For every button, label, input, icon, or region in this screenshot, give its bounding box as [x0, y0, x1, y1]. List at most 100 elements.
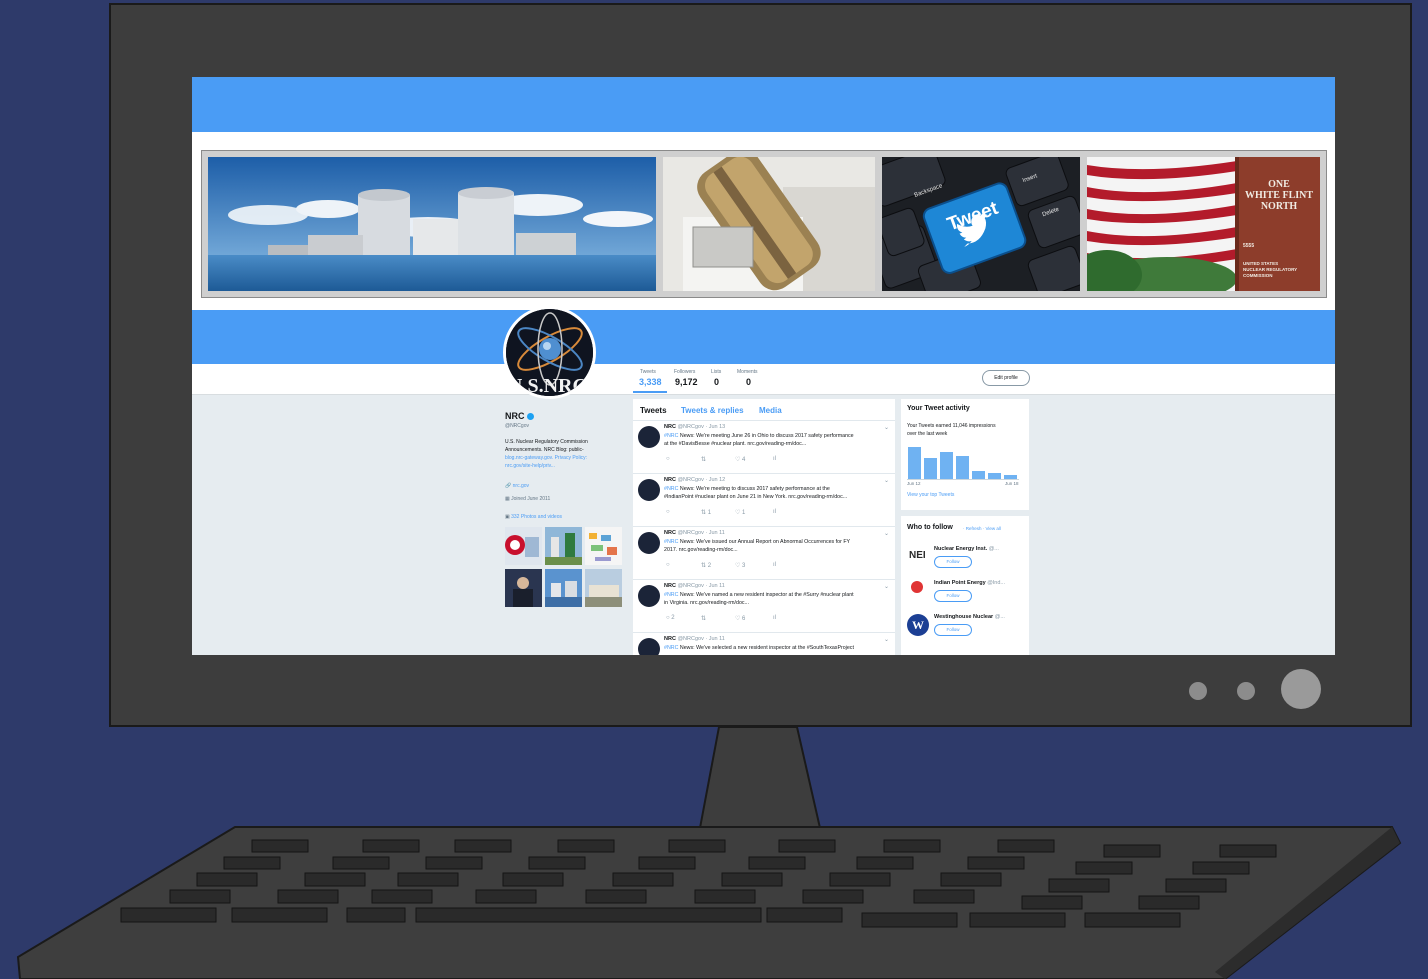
tweet-avatar[interactable] [638, 638, 660, 655]
tweet-text: #NRC News: We're meeting to discuss 2017… [664, 485, 889, 501]
activity-line-2: over the last week [907, 431, 948, 437]
tweet-author[interactable]: NRC @NRCgov · Jun 13 [664, 424, 725, 430]
tweet-author[interactable]: NRC @NRCgov · Jun 11 [664, 636, 725, 642]
tweet-avatar[interactable] [638, 426, 660, 448]
follow-suggestion[interactable]: NEI Nuclear Energy Inst. @... Follow [901, 540, 1029, 574]
chevron-down-icon[interactable]: ⌄ [884, 424, 889, 431]
stat-value-tweets[interactable]: 3,338 [639, 377, 662, 387]
media-thumbnail[interactable] [505, 527, 542, 565]
suggestion-handle: @Ind... [987, 580, 1006, 586]
tab-tweets[interactable]: Tweets [640, 406, 667, 415]
profile-location-text: nrc.gov [512, 483, 530, 489]
tweet-hashtag[interactable]: #NRC [664, 592, 678, 598]
analytics-icon[interactable]: ıl [773, 562, 776, 568]
tweet-activity-title[interactable]: Your Tweet activity [907, 405, 970, 412]
tab-tweets-replies[interactable]: Tweets & replies [681, 406, 744, 415]
like-icon[interactable]: ♡ 6 [735, 615, 745, 622]
media-thumbnail[interactable] [545, 569, 582, 607]
impressions-bar[interactable] [908, 447, 921, 479]
suggestion-name: Indian Point Energy @Ind... [934, 580, 1005, 586]
chevron-down-icon[interactable]: ⌄ [884, 583, 889, 590]
chevron-down-icon[interactable]: ⌄ [884, 477, 889, 484]
chevron-down-icon[interactable]: ⌄ [884, 636, 889, 643]
follow-suggestion[interactable]: Indian Point Energy @Ind... Follow [901, 574, 1029, 608]
retweet-icon[interactable]: ⇅ 2 [701, 562, 711, 569]
stat-label-tweets[interactable]: Tweets [640, 369, 656, 375]
impressions-bar[interactable] [924, 458, 937, 479]
like-icon[interactable]: ♡ 4 [735, 456, 745, 463]
like-count: 3 [742, 563, 746, 569]
tweet-hashtag[interactable]: #NRC [664, 539, 678, 545]
tweet-text: #NRC News: We've selected a new resident… [664, 644, 889, 652]
chevron-down-icon[interactable]: ⌄ [884, 530, 889, 537]
media-thumbnail[interactable] [545, 527, 582, 565]
tab-media[interactable]: Media [759, 406, 782, 415]
stat-value-followers[interactable]: 9,172 [675, 377, 698, 387]
tweet-item[interactable]: NRC @NRCgov · Jun 11 ⌄ #NRC News: We've … [633, 579, 895, 632]
edit-profile-button[interactable]: Edit profile [982, 370, 1030, 386]
tweet-hashtag[interactable]: #NRC [664, 645, 678, 651]
retweet-icon[interactable]: ⇅ 1 [701, 509, 711, 516]
profile-location[interactable]: 🔗 nrc.gov [505, 483, 529, 490]
tweet-item[interactable]: NRC @NRCgov · Jun 11 ⌄ #NRC News: We've … [633, 526, 895, 579]
tweet-avatar[interactable] [638, 479, 660, 501]
stat-value-moments[interactable]: 0 [746, 377, 751, 387]
view-top-tweets-link[interactable]: View your top Tweets [907, 492, 954, 498]
media-thumbnail[interactable] [505, 569, 542, 607]
like-count: 6 [742, 616, 746, 622]
tweet-author-name: NRC [664, 530, 676, 536]
follow-suggestion[interactable]: W Westinghouse Nuclear @... Follow [901, 608, 1029, 642]
photos-videos-link[interactable]: ▣ 332 Photos and videos [505, 514, 562, 521]
tweet-item[interactable]: NRC @NRCgov · Jun 12 ⌄ #NRC News: We're … [633, 473, 895, 526]
profile-bio-line-2: Announcements. NRC Blog: public- [505, 447, 584, 453]
retweet-icon[interactable]: ⇅ [701, 615, 706, 622]
tweet-author[interactable]: NRC @NRCgov · Jun 11 [664, 583, 725, 589]
sign-footer-2: NUCLEAR REGULATORY [1243, 267, 1298, 272]
stat-label-lists[interactable]: Lists [711, 369, 721, 375]
retweet-icon[interactable]: ⇅ [701, 456, 706, 463]
analytics-icon[interactable]: ıl [773, 456, 776, 462]
profile-name[interactable]: NRC [505, 411, 535, 421]
tweet-handle-date: @NRCgov · Jun 11 [677, 636, 725, 642]
media-thumbnail[interactable] [585, 527, 622, 565]
tweet-text-line-2: at the #DavisBesse #nuclear plant. nrc.g… [664, 441, 807, 447]
impressions-bar[interactable] [956, 456, 969, 479]
like-icon[interactable]: ♡ 3 [735, 562, 745, 569]
avatar[interactable]: U.S.NRC [503, 306, 596, 399]
refresh-view-all-links[interactable]: · Refresh · View all [963, 526, 1001, 531]
tweet-item[interactable]: NRC @NRCgov · Jun 11 ⌄ #NRC News: We've … [633, 632, 895, 655]
tweet-handle-date: @NRCgov · Jun 12 [677, 477, 726, 483]
stat-label-followers[interactable]: Followers [674, 369, 695, 375]
follow-button[interactable]: Follow [934, 624, 972, 636]
profile-bio-line-3[interactable]: blog.nrc-gateway.gov. Privacy Policy: [505, 455, 587, 462]
photos-videos-text: 332 Photos and videos [511, 514, 562, 520]
tweet-author[interactable]: NRC @NRCgov · Jun 12 [664, 477, 725, 483]
tweet-avatar[interactable] [638, 532, 660, 554]
follow-button[interactable]: Follow [934, 590, 972, 602]
impressions-bar[interactable] [972, 471, 985, 479]
impressions-bar[interactable] [940, 452, 953, 479]
tweet-hashtag[interactable]: #NRC [664, 486, 678, 492]
impressions-bar[interactable] [988, 473, 1001, 479]
tweet-author-name: NRC [664, 424, 676, 430]
impressions-bar[interactable] [1004, 475, 1017, 479]
follow-button[interactable]: Follow [934, 556, 972, 568]
reply-icon[interactable]: ○ [666, 509, 670, 515]
tweet-author[interactable]: NRC @NRCgov · Jun 11 [664, 530, 725, 536]
tweet-hashtag[interactable]: #NRC [664, 433, 678, 439]
tweet-timeline: Tweets Tweets & replies Media NRC @NRCgo… [633, 399, 895, 655]
reply-icon[interactable]: ○ [666, 562, 670, 568]
westinghouse-logo-letter: W [912, 618, 924, 632]
analytics-icon[interactable]: ıl [773, 509, 776, 515]
stat-label-moments[interactable]: Moments [737, 369, 758, 375]
tweet-item[interactable]: NRC @NRCgov · Jun 13 ⌄ #NRC News: We're … [633, 420, 895, 473]
media-thumbnail[interactable] [585, 569, 622, 607]
profile-bio-line-4[interactable]: nrc.gov/site-help/priv... [505, 463, 555, 470]
reply-icon[interactable]: ○ 2 [666, 615, 675, 621]
like-icon[interactable]: ♡ 1 [735, 509, 745, 516]
reply-icon[interactable]: ○ [666, 456, 670, 462]
stat-value-lists[interactable]: 0 [714, 377, 719, 387]
analytics-icon[interactable]: ıl [773, 615, 776, 621]
tweet-avatar[interactable] [638, 585, 660, 607]
impressions-chart[interactable] [907, 441, 1019, 480]
